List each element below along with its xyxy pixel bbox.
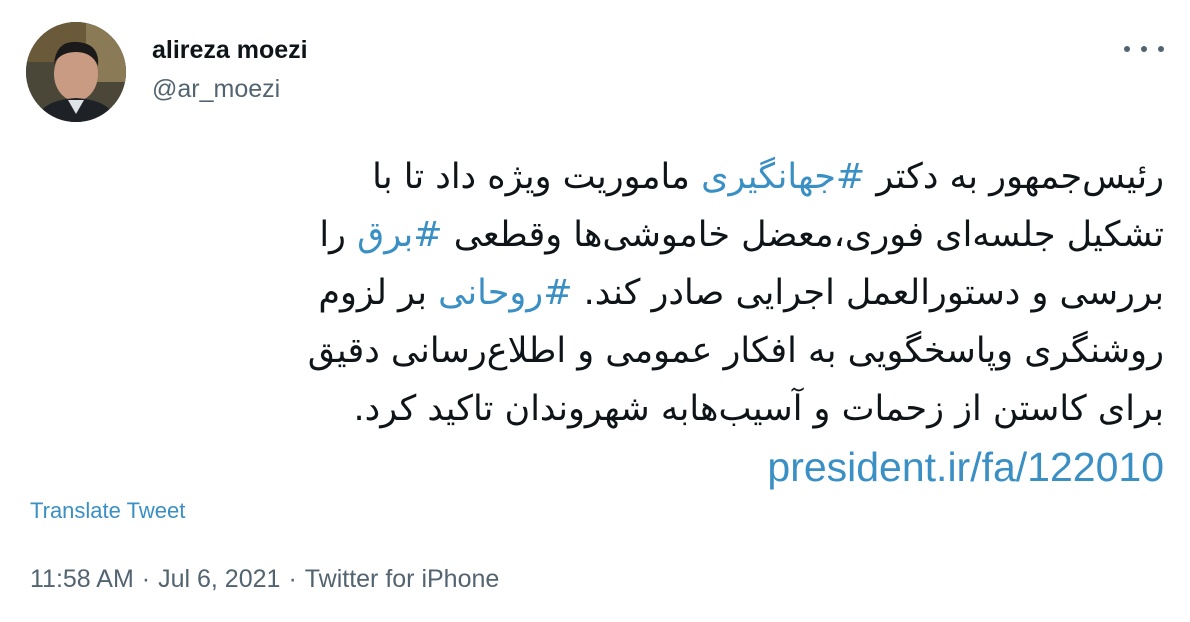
tweet-text-segment: روشنگری وپاسخگویی به افکار عمومی و اطلاع… bbox=[307, 331, 1164, 371]
meta-separator: · bbox=[288, 565, 297, 593]
tweet-text-segment: را bbox=[319, 215, 358, 255]
tweet-text: رئیس‌جمهور به دکتر #جهانگیری ماموریت ویژ… bbox=[24, 148, 1164, 496]
tweet-date[interactable]: Jul 6, 2021 bbox=[158, 565, 280, 593]
tweet-url-link[interactable]: president.ir/fa/122010 bbox=[24, 438, 1164, 496]
tweet-text-segment: تشکیل جلسه‌ای فوری،معضل خاموشی‌ها وقطعی bbox=[442, 215, 1164, 255]
tweet-meta: 11:58 AM · Jul 6, 2021 · Twitter for iPhone bbox=[30, 565, 499, 594]
tweet-source[interactable]: Twitter for iPhone bbox=[305, 565, 500, 593]
more-dot bbox=[1124, 46, 1130, 52]
tweet-text-segment: برای کاستن از زحمات و آسیب‌هابه شهروندان… bbox=[353, 389, 1164, 429]
hashtag-link[interactable]: #برق bbox=[357, 215, 443, 255]
tweet-line: روشنگری وپاسخگویی به افکار عمومی و اطلاع… bbox=[24, 322, 1164, 380]
tweet-line: برای کاستن از زحمات و آسیب‌هابه شهروندان… bbox=[24, 380, 1164, 438]
author-name[interactable]: alireza moezi bbox=[152, 36, 308, 65]
more-dot bbox=[1158, 46, 1164, 52]
tweet-card: alireza moezi @ar_moezi رئیس‌جمهور به دک… bbox=[0, 0, 1190, 622]
avatar[interactable] bbox=[26, 22, 126, 122]
tweet-line: رئیس‌جمهور به دکتر #جهانگیری ماموریت ویژ… bbox=[24, 148, 1164, 206]
hashtag-link[interactable]: #جهانگیری bbox=[701, 157, 865, 197]
tweet-text-segment: رئیس‌جمهور به دکتر bbox=[865, 157, 1164, 197]
author-handle[interactable]: @ar_moezi bbox=[152, 75, 280, 104]
hashtag-link[interactable]: #روحانی bbox=[438, 273, 572, 313]
tweet-text-segment: بر لزوم bbox=[318, 273, 439, 313]
more-options-icon[interactable] bbox=[1124, 36, 1164, 62]
translate-tweet-link[interactable]: Translate Tweet bbox=[30, 498, 185, 524]
tweet-text-segment: بررسی و دستورالعمل اجرایی صادر کند. bbox=[572, 273, 1164, 313]
tweet-text-segment: ماموریت ویژه داد تا با bbox=[372, 157, 702, 197]
tweet-time[interactable]: 11:58 AM bbox=[30, 565, 134, 593]
more-dot bbox=[1141, 46, 1147, 52]
meta-separator: · bbox=[141, 565, 151, 593]
tweet-line: بررسی و دستورالعمل اجرایی صادر کند. #روح… bbox=[24, 264, 1164, 322]
tweet-line: تشکیل جلسه‌ای فوری،معضل خاموشی‌ها وقطعی … bbox=[24, 206, 1164, 264]
